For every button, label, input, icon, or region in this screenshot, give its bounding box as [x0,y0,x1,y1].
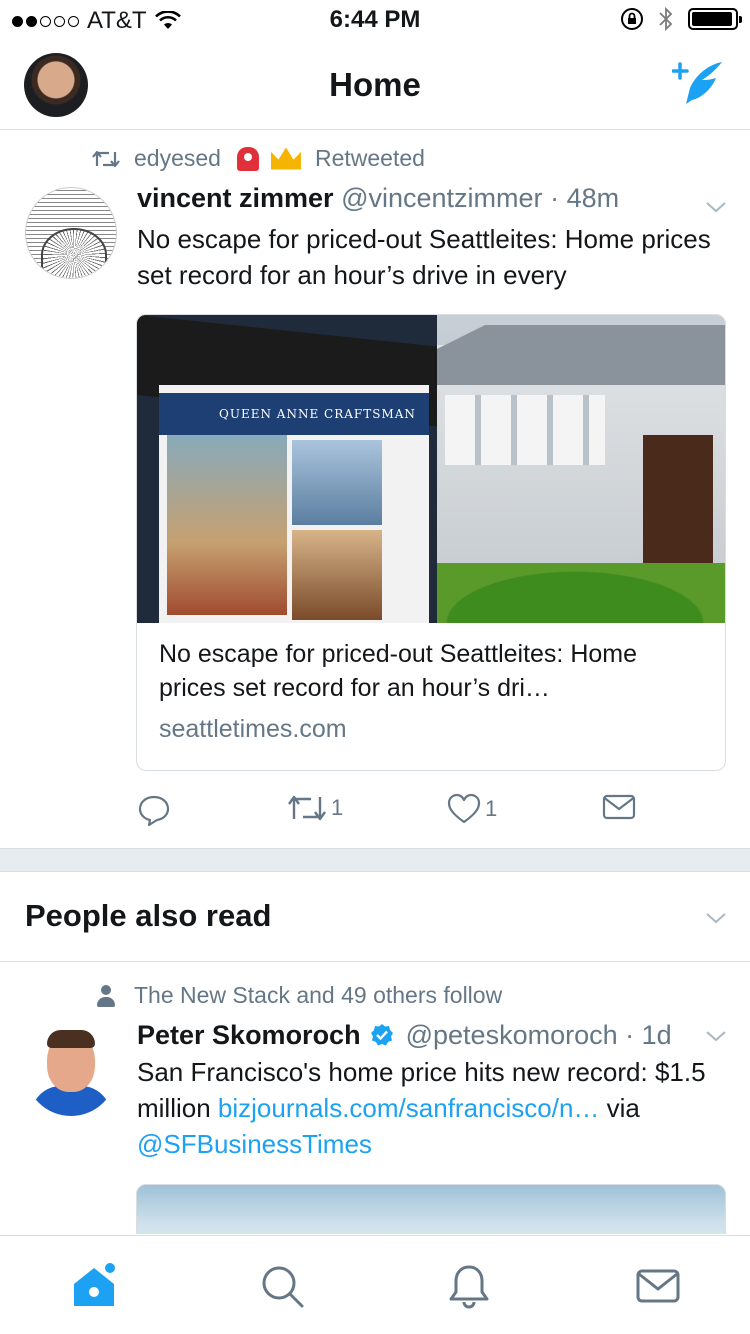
card-domain: seattletimes.com [159,715,347,743]
retweet-icon [92,150,120,167]
author-avatar[interactable] [25,187,117,279]
people-also-read-header: People also read [0,872,750,962]
chevron-down-icon[interactable] [704,195,728,219]
person-icon [97,984,115,1007]
tweet-header: Peter Skomoroch @peteskomoroch · 1d [137,1020,726,1051]
card-title: No escape for priced-out Seattleites: Ho… [159,640,638,702]
top-nav-bar: Home [0,40,750,130]
chevron-down-icon[interactable] [704,906,728,930]
page-title: Home [329,66,421,103]
battery-fill [692,12,732,26]
meta-separator: · [550,183,560,213]
envelope-icon [602,794,636,820]
author-handle[interactable]: @vincentzimmer [341,183,542,213]
tweet-actions: 1 1 [137,793,657,833]
bottom-tab-bar [0,1235,750,1334]
retweet-button[interactable]: 1 [287,793,343,823]
home-tab-icon[interactable] [70,1262,118,1310]
card-image: QUEEN ANNE CRAFTSMAN [137,315,725,623]
sign-title-text: QUEEN ANNE CRAFTSMAN [159,393,429,435]
bluetooth-icon [659,6,673,32]
section-divider [0,848,750,872]
direct-message-button[interactable] [602,793,636,821]
status-right [620,6,742,32]
tweet[interactable]: The New Stack and 49 others follow Peter… [0,962,750,1234]
tweet-header: vincent zimmer @vincentzimmer · 48m [137,183,726,214]
retweeted-label: Retweeted [314,145,425,171]
siren-emoji-icon [236,146,259,171]
via-label: via [606,1093,640,1123]
like-count: 1 [485,796,498,821]
author-name[interactable]: vincent zimmer [137,183,334,213]
orientation-lock-icon [621,8,643,30]
battery-icon [688,8,742,30]
follow-context-text: The New Stack and 49 others follow [134,982,503,1008]
status-bar: AT&T 6:44 PM [0,0,750,40]
notifications-tab-icon[interactable] [445,1262,493,1310]
author-name[interactable]: Peter Skomoroch [137,1020,361,1050]
meta-separator: · [625,1020,635,1050]
follow-context: The New Stack and 49 others follow [90,982,502,1009]
tweet-timestamp: 48m [566,183,620,213]
link-card[interactable]: QUEEN ANNE CRAFTSMAN No escape for price… [136,314,726,771]
author-handle[interactable]: @peteskomoroch [406,1020,618,1050]
author-avatar[interactable] [25,1024,117,1116]
heart-icon [447,793,481,824]
reply-button[interactable] [137,793,171,827]
reply-icon [138,795,170,827]
retweet-count: 1 [331,795,344,820]
tweet[interactable]: edyesed Retweeted vincent zimmer @vincen… [0,131,750,848]
search-tab-icon[interactable] [258,1262,306,1310]
section-title: People also read [25,898,272,933]
compose-tweet-button[interactable] [672,58,726,112]
messages-tab-icon[interactable] [634,1262,682,1310]
mention-link[interactable]: @SFBusinessTimes [137,1129,372,1159]
retweeter-name[interactable]: edyesed [134,145,221,172]
crown-emoji-icon [270,147,301,170]
tweet-text: San Francisco's home price hits new reco… [137,1054,726,1162]
verified-badge-icon [371,1024,394,1046]
chevron-down-icon[interactable] [704,1024,728,1048]
tweet-link[interactable]: bizjournals.com/sanfrancisco/n… [218,1093,600,1123]
tweet-media-preview[interactable] [136,1184,726,1234]
tweet-timestamp: 1d [641,1020,672,1050]
like-button[interactable]: 1 [447,793,497,825]
retweet-context: edyesed Retweeted [90,145,425,172]
tweet-text: No escape for priced-out Seattleites: Ho… [137,224,711,290]
for-sale-sign: QUEEN ANNE CRAFTSMAN [137,315,437,623]
retweet-icon [288,795,326,821]
